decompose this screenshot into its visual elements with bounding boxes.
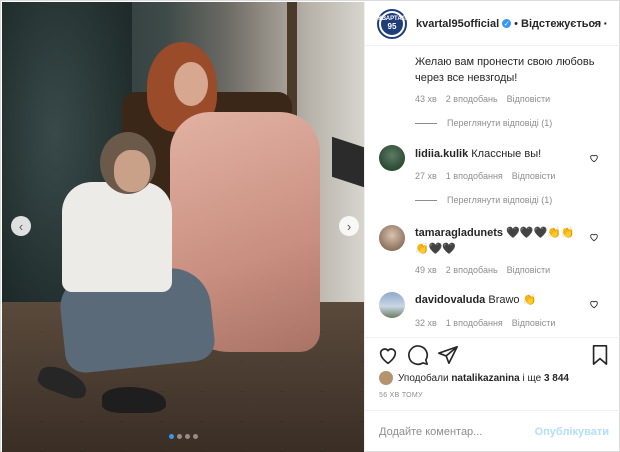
view-replies-button[interactable]: Переглянути відповіді (1) — [415, 118, 552, 128]
liker-username[interactable]: natalikazanina — [451, 373, 519, 384]
reply-button[interactable]: Відповісти — [507, 94, 551, 104]
comment-time: 43 хв — [415, 94, 437, 104]
avatar[interactable] — [379, 292, 405, 318]
carousel-next-button[interactable]: › — [339, 216, 359, 236]
comment-body: Классные вы! — [471, 148, 542, 160]
post-actions-bar — [365, 337, 620, 371]
likes-summary[interactable]: Уподобали natalikazanina і ще 3 844 — [379, 371, 569, 385]
avatar[interactable] — [379, 225, 405, 251]
comment-text: lidiia.kulik Классные вы! — [415, 146, 605, 162]
photo-man-face — [114, 150, 150, 192]
carousel-indicator — [2, 434, 364, 439]
like-heart-icon[interactable] — [377, 344, 399, 366]
carousel-dot — [168, 434, 174, 439]
post-header: КВАРТАЛ 95 kvartal95official ✓ • Відстеж… — [365, 2, 620, 46]
replies-line — [415, 199, 437, 201]
save-bookmark-icon[interactable] — [589, 344, 611, 366]
comment-meta: 32 хв 1 вподобання Відповісти — [415, 318, 555, 328]
account-username[interactable]: kvartal95official — [416, 18, 499, 30]
comment-meta: 27 хв 1 вподобання Відповісти — [415, 171, 555, 181]
comment-meta: 49 хв 2 вподобань Відповісти — [415, 265, 550, 275]
more-options-icon[interactable]: ··· — [592, 15, 609, 31]
logo-line2: 95 — [387, 22, 397, 31]
post-side-panel: КВАРТАЛ 95 kvartal95official ✓ • Відстеж… — [364, 2, 620, 452]
chevron-right-icon: › — [346, 218, 352, 234]
comment-likes[interactable]: 2 вподобань — [446, 265, 498, 275]
carousel-dot — [192, 434, 198, 439]
likes-count[interactable]: 3 844 — [544, 373, 569, 384]
add-comment-bar: Опублікувати — [365, 410, 620, 452]
post-timestamp[interactable]: 56 ХВ ТОМУ — [379, 392, 423, 399]
comment-likes[interactable]: 1 вподобання — [446, 318, 503, 328]
comment-username[interactable]: davidovaluda — [415, 294, 485, 306]
carousel-dot — [184, 434, 190, 439]
comment-likes[interactable]: 1 вподобання — [446, 171, 503, 181]
carousel-prev-button[interactable]: ‹ — [11, 216, 31, 236]
comment-time: 32 хв — [415, 318, 437, 328]
comment-time: 49 хв — [415, 265, 437, 275]
instagram-post-window: ‹ › КВАРТАЛ 95 kvartal95official ✓ • Від… — [0, 0, 620, 452]
likes-prefix: Уподобали — [398, 372, 449, 384]
comment-bubble-icon[interactable] — [407, 344, 429, 366]
comment-time: 27 хв — [415, 171, 437, 181]
like-comment-heart-icon[interactable] — [589, 153, 599, 163]
comment-text: Желаю вам пронести свою любовь через все… — [415, 56, 595, 84]
publish-button[interactable]: Опублікувати — [535, 426, 609, 438]
comments-list[interactable]: Желаю вам пронести свою любовь через все… — [365, 47, 620, 337]
verified-badge-icon: ✓ — [502, 19, 512, 28]
like-comment-heart-icon[interactable] — [589, 232, 599, 242]
replies-line — [415, 122, 437, 124]
comment-username[interactable]: lidiia.kulik — [415, 148, 468, 160]
comment-meta: 43 хв 2 вподобань Відповісти — [415, 94, 550, 104]
avatar[interactable] — [379, 145, 405, 171]
photo-stair — [332, 136, 364, 188]
comment-username[interactable]: tamaragladunets — [415, 227, 503, 239]
comment-text: davidovaluda Brawo 👏 — [415, 292, 605, 308]
comment-text: tamaragladunets 🖤🖤🖤👏👏👏🖤🖤 — [415, 225, 585, 257]
carousel-dot — [176, 434, 182, 439]
reply-button[interactable]: Відповісти — [507, 265, 551, 275]
like-comment-heart-icon[interactable] — [589, 299, 599, 309]
reply-button[interactable]: Відповісти — [512, 171, 556, 181]
likes-and-more: і ще — [522, 372, 542, 384]
post-photo[interactable]: ‹ › — [2, 2, 364, 452]
view-replies-label: Переглянути відповіді (1) — [447, 195, 553, 205]
photo-man-shirt — [62, 182, 172, 292]
account-avatar[interactable]: КВАРТАЛ 95 — [377, 8, 407, 39]
chevron-left-icon: ‹ — [18, 218, 24, 234]
share-send-icon[interactable] — [437, 344, 459, 366]
reply-button[interactable]: Відповісти — [512, 318, 556, 328]
liker-avatar — [379, 371, 393, 385]
kvartal95-logo: КВАРТАЛ 95 — [378, 12, 406, 35]
view-replies-label: Переглянути відповіді (1) — [447, 118, 553, 128]
comment-input[interactable] — [379, 425, 535, 438]
comment-likes[interactable]: 2 вподобань — [446, 94, 498, 104]
following-button[interactable]: Відстежується — [521, 18, 601, 30]
view-replies-button[interactable]: Переглянути відповіді (1) — [415, 195, 552, 205]
comment-body: Brawo 👏 — [488, 294, 537, 306]
header-separator: • — [514, 17, 519, 30]
photo-woman-face — [174, 62, 208, 106]
